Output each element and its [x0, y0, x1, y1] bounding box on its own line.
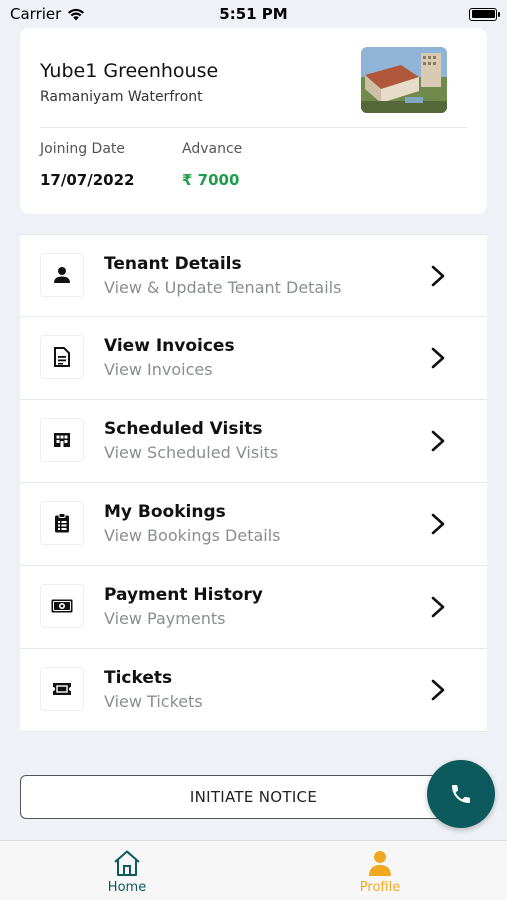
joining-date-value: 17/07/2022 — [40, 171, 135, 189]
menu-item-subtitle: View Bookings Details — [104, 526, 281, 545]
chevron-right-icon — [431, 596, 445, 618]
card-divider — [40, 127, 467, 128]
menu-item-my-bookings[interactable]: My Bookings View Bookings Details — [20, 483, 487, 566]
call-button[interactable] — [427, 760, 495, 828]
advance-label: Advance — [182, 141, 243, 157]
property-location: Ramaniyam Waterfront — [40, 89, 203, 105]
menu-item-subtitle: View Payments — [104, 609, 226, 628]
advance-value: ₹ 7000 — [182, 171, 240, 189]
menu-item-title: My Bookings — [104, 502, 226, 522]
menu-item-title: View Invoices — [104, 336, 235, 356]
property-name: Yube1 Greenhouse — [40, 60, 219, 82]
carrier-label: Carrier — [10, 5, 62, 23]
menu-item-tenant-details[interactable]: Tenant Details View & Update Tenant Deta… — [20, 234, 487, 317]
phone-icon — [452, 785, 470, 803]
chevron-right-icon — [431, 430, 445, 452]
status-bar: Carrier 5:51 PM — [0, 0, 507, 28]
menu-item-subtitle: View & Update Tenant Details — [104, 278, 342, 297]
menu-item-view-invoices[interactable]: View Invoices View Invoices — [20, 317, 487, 400]
document-icon — [54, 347, 70, 367]
bottom-tab-bar: Home Profile — [0, 840, 507, 900]
menu-item-payment-history[interactable]: Payment History View Payments — [20, 566, 487, 649]
menu-item-title: Tickets — [104, 668, 173, 688]
initiate-notice-button[interactable]: INITIATE NOTICE — [20, 775, 487, 819]
profile-menu-list: Tenant Details View & Update Tenant Deta… — [20, 234, 487, 732]
profile-icon — [369, 851, 391, 876]
ticket-icon — [53, 683, 71, 695]
menu-item-subtitle: View Scheduled Visits — [104, 443, 279, 462]
menu-item-subtitle: View Tickets — [104, 692, 203, 711]
menu-item-tickets[interactable]: Tickets View Tickets — [20, 649, 487, 732]
person-icon — [54, 267, 70, 283]
menu-item-title: Payment History — [104, 585, 263, 605]
clipboard-icon — [55, 513, 69, 533]
battery-icon — [469, 7, 500, 21]
chevron-right-icon — [431, 347, 445, 369]
menu-item-subtitle: View Invoices — [104, 360, 213, 379]
chevron-right-icon — [431, 513, 445, 535]
tab-home[interactable]: Home — [67, 849, 187, 895]
chevron-right-icon — [431, 265, 445, 287]
cash-icon — [51, 599, 73, 613]
property-card: Yube1 Greenhouse Ramaniyam Waterfront Jo… — [20, 28, 487, 214]
menu-item-title: Scheduled Visits — [104, 419, 263, 439]
chevron-right-icon — [431, 679, 445, 701]
joining-date-label: Joining Date — [40, 141, 126, 157]
property-image — [361, 47, 447, 113]
building-icon — [54, 433, 70, 447]
tab-profile-label: Profile — [359, 880, 401, 895]
home-icon — [114, 850, 140, 876]
menu-item-scheduled-visits[interactable]: Scheduled Visits View Scheduled Visits — [20, 400, 487, 483]
tab-profile[interactable]: Profile — [320, 849, 440, 895]
menu-item-title: Tenant Details — [104, 254, 242, 274]
wifi-icon — [68, 8, 85, 20]
tab-home-label: Home — [107, 880, 147, 895]
